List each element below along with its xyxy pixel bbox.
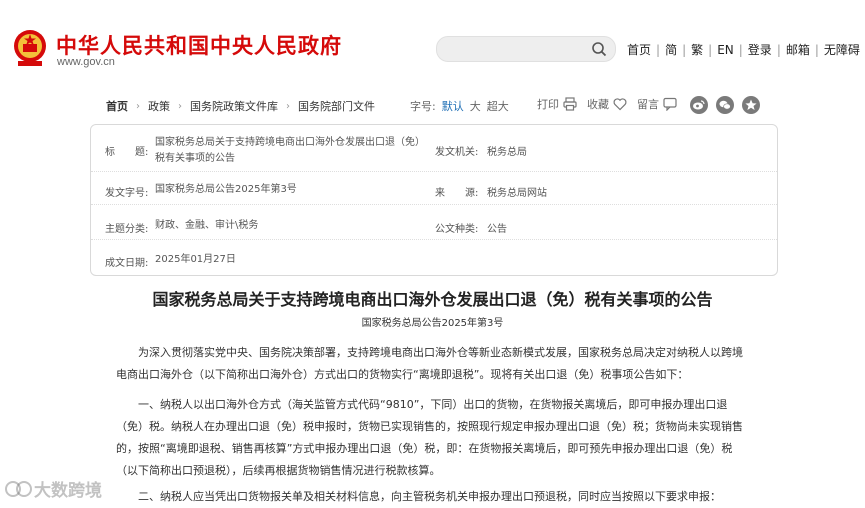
weibo-icon[interactable]	[690, 96, 708, 114]
type-value: 公告	[487, 224, 507, 235]
comment-icon[interactable]	[663, 97, 677, 111]
breadcrumb-home[interactable]: 首页	[106, 98, 128, 114]
date-value: 2025年01月27日	[155, 254, 236, 265]
nav-simplified[interactable]: 简	[660, 41, 682, 58]
title-value: 国家税务总局关于支持跨境电商出口海外仓发展出口退（免） 税有关事项的公告	[155, 135, 425, 167]
article-paragraph-1: 为深入贯彻落实党中央、国务院决策部署，支持跨境电商出口海外仓等新业态新模式发展，…	[116, 346, 743, 381]
print-icon[interactable]	[563, 97, 577, 111]
topic-label: 主题分类:	[105, 224, 149, 235]
source-label: 来 源:	[435, 188, 479, 199]
search-box	[436, 36, 616, 62]
site-header: 中华人民共和国中央人民政府 www.gov.cn 首页 | 简 | 繁 | EN…	[0, 0, 865, 84]
font-size-xlarge[interactable]: 超大	[487, 98, 509, 114]
topic-value: 财政、金融、审计\税务	[155, 220, 259, 231]
breadcrumb-policy[interactable]: 政策	[148, 98, 170, 114]
star-glyph-icon	[745, 99, 757, 110]
watermark-text: 大数跨境	[34, 481, 102, 501]
title-value-line2: 税有关事项的公告	[155, 153, 235, 164]
title-value-line1: 国家税务总局关于支持跨境电商出口海外仓发展出口退（免）	[155, 137, 425, 148]
nav-login[interactable]: 登录	[743, 41, 777, 58]
font-size-large[interactable]: 大	[470, 98, 481, 114]
article-paragraph-3: 二、纳税人应当凭出口货物报关单及相关材料信息，向主管税务机关申报办理出口预退税，…	[138, 490, 721, 503]
site-url[interactable]: www.gov.cn	[57, 56, 115, 68]
issuer-value: 税务总局	[487, 147, 527, 158]
info-row-date: 成文日期: 2025年01月27日	[91, 240, 777, 274]
source-value: 税务总局网站	[487, 188, 547, 199]
document-info-table: 标 题: 国家税务总局关于支持跨境电商出口海外仓发展出口退（免） 税有关事项的公…	[90, 124, 778, 276]
article-doc-number: 国家税务总局公告2025年第3号	[361, 318, 504, 329]
font-size-label: 字号:	[410, 100, 436, 113]
chevron-right-icon: ›	[136, 100, 140, 112]
favorite-label[interactable]: 收藏	[587, 96, 609, 112]
national-emblem-icon[interactable]	[12, 28, 48, 68]
print-label[interactable]: 打印	[537, 96, 559, 112]
watermark: 大数跨境	[4, 476, 102, 501]
search-input[interactable]	[447, 40, 591, 60]
nav-traditional[interactable]: 繁	[686, 41, 708, 58]
article-paragraph-2: 一、纳税人以出口海外仓方式（海关监管方式代码“9810”，下同）出口的货物，在货…	[116, 398, 743, 477]
docno-label: 发文字号:	[105, 188, 149, 199]
info-row-topic: 主题分类: 财政、金融、审计\税务 公文种类: 公告	[91, 205, 777, 240]
issuer-label: 发文机关:	[435, 147, 479, 158]
wechat-glyph-icon	[719, 100, 731, 110]
top-nav: 首页 | 简 | 繁 | EN | 登录 | 邮箱 | 无障碍	[622, 41, 865, 58]
breadcrumb-policy-library[interactable]: 国务院政策文件库	[190, 98, 278, 114]
info-row-title: 标 题: 国家税务总局关于支持跨境电商出口海外仓发展出口退（免） 税有关事项的公…	[91, 125, 777, 172]
watermark-logo-icon	[5, 480, 32, 497]
page-tools: 打印 收藏 留言	[537, 96, 687, 112]
font-size-default[interactable]: 默认	[442, 98, 464, 114]
weibo-glyph-icon	[693, 100, 705, 110]
date-label: 成文日期:	[105, 258, 149, 269]
docno-value: 国家税务总局公告2025年第3号	[155, 184, 297, 195]
wechat-icon[interactable]	[716, 96, 734, 114]
article-title: 国家税务总局关于支持跨境电商出口海外仓发展出口退（免）税有关事项的公告	[152, 290, 713, 309]
breadcrumb: 首页 › 政策 › 国务院政策文件库 › 国务院部门文件	[106, 98, 375, 114]
title-label: 标 题:	[105, 147, 149, 158]
type-label: 公文种类:	[435, 224, 479, 235]
nav-mail[interactable]: 邮箱	[781, 41, 815, 58]
chevron-right-icon: ›	[178, 100, 182, 112]
nav-accessibility[interactable]: 无障碍	[819, 41, 865, 58]
comment-label[interactable]: 留言	[637, 96, 659, 112]
info-row-docno: 发文字号: 国家税务总局公告2025年第3号 来 源: 税务总局网站	[91, 172, 777, 205]
favorite-star-icon[interactable]	[742, 96, 760, 114]
breadcrumb-dept-docs[interactable]: 国务院部门文件	[298, 98, 375, 114]
favorite-icon[interactable]	[613, 97, 627, 111]
nav-home[interactable]: 首页	[622, 41, 656, 58]
font-size-switcher: 字号: 默认 大 超大	[410, 98, 515, 114]
share-buttons	[682, 96, 760, 114]
chevron-right-icon: ›	[286, 100, 290, 112]
search-icon[interactable]	[591, 41, 607, 57]
breadcrumb-bar: 首页 › 政策 › 国务院政策文件库 › 国务院部门文件 字号: 默认 大 超大…	[90, 90, 776, 120]
nav-english[interactable]: EN	[712, 43, 739, 57]
